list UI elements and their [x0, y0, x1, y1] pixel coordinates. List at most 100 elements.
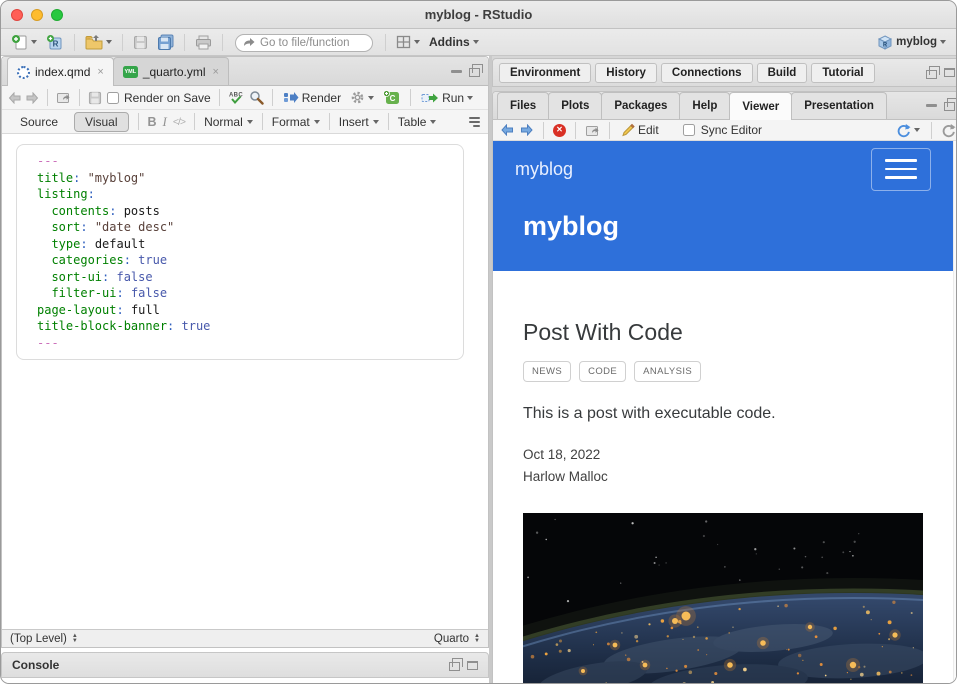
- tab-files[interactable]: Files: [497, 92, 549, 119]
- close-tab-icon[interactable]: ×: [213, 66, 219, 78]
- code-line: sort-ui: false: [37, 269, 455, 286]
- category-pill-code[interactable]: CODE: [579, 361, 626, 382]
- save-button[interactable]: [131, 34, 150, 51]
- viewer-pane-buttons: [926, 99, 957, 119]
- zoom-window-button[interactable]: [51, 9, 63, 21]
- open-file-button[interactable]: [83, 34, 114, 51]
- close-window-button[interactable]: [11, 9, 23, 21]
- visual-mode-button[interactable]: Visual: [74, 112, 128, 132]
- insert-chunk-button[interactable]: C: [381, 89, 402, 106]
- save-all-button[interactable]: [155, 33, 176, 51]
- minimize-window-button[interactable]: [31, 9, 43, 21]
- source-mode-button[interactable]: Source: [10, 113, 68, 131]
- site-brand-link[interactable]: myblog: [515, 159, 573, 180]
- console-pane-header[interactable]: Console: [1, 652, 489, 678]
- insert-menu-caret: [373, 120, 379, 124]
- toolbar-separator: [194, 113, 195, 130]
- viewer-back-icon[interactable]: [500, 124, 514, 136]
- spellcheck-icon[interactable]: ABC: [228, 90, 244, 105]
- run-button[interactable]: Run: [419, 90, 475, 106]
- tab-plots[interactable]: Plots: [548, 92, 602, 119]
- insert-chunk-icon: C: [383, 90, 400, 105]
- category-pill-analysis[interactable]: ANALYSIS: [634, 361, 701, 382]
- save-icon[interactable]: [88, 91, 102, 105]
- viewer-forward-icon[interactable]: [520, 124, 534, 136]
- tab-build[interactable]: Build: [757, 63, 808, 83]
- italic-button[interactable]: I: [163, 114, 167, 130]
- outline-toggle-icon[interactable]: [469, 117, 480, 127]
- minimize-pane-icon[interactable]: [451, 70, 462, 73]
- tab-viewer[interactable]: Viewer: [729, 92, 792, 120]
- maximize-pane-icon[interactable]: [469, 68, 480, 77]
- forward-icon[interactable]: [26, 92, 39, 104]
- toolbar-separator: [388, 113, 389, 130]
- minimize-pane-icon[interactable]: [926, 104, 937, 107]
- render-settings-button[interactable]: [348, 89, 376, 106]
- code-line: title: "myblog": [37, 170, 455, 187]
- refresh-icon[interactable]: [941, 123, 956, 138]
- goto-file-input[interactable]: [235, 34, 373, 52]
- popout-icon[interactable]: [585, 124, 600, 137]
- visual-editor-body[interactable]: ---title: "myblog"listing: contents: pos…: [2, 134, 488, 629]
- tab-environment[interactable]: Environment: [499, 63, 591, 83]
- restore-pane-icon[interactable]: [449, 662, 460, 671]
- save-icon: [133, 35, 148, 50]
- post-thumbnail-image: [523, 513, 923, 684]
- filetype-selector[interactable]: Quarto: [434, 633, 469, 645]
- category-pill-news[interactable]: NEWS: [523, 361, 571, 382]
- new-project-button[interactable]: R: [44, 33, 66, 51]
- back-icon[interactable]: [8, 92, 21, 104]
- paragraph-style-caret: [247, 120, 253, 124]
- scope-selector[interactable]: (Top Level): [10, 633, 67, 645]
- tab-help[interactable]: Help: [679, 92, 730, 119]
- format-menu-label: Format: [272, 115, 310, 129]
- toolbar-separator: [138, 113, 139, 130]
- goto-file-search[interactable]: [235, 33, 373, 52]
- editor-toolbar: Render on Save ABC: [2, 86, 488, 110]
- document-tabbar: index.qmd×YML_quarto.yml×: [2, 57, 488, 86]
- tab-tutorial[interactable]: Tutorial: [811, 63, 874, 83]
- paragraph-style-menu[interactable]: Normal: [204, 115, 253, 129]
- restore-pane-icon[interactable]: [926, 70, 937, 79]
- popout-icon[interactable]: [56, 91, 71, 104]
- project-caret: [940, 40, 946, 44]
- stop-icon[interactable]: ✕: [553, 124, 566, 137]
- maximize-pane-icon[interactable]: [944, 68, 955, 77]
- render-on-save-checkbox[interactable]: [107, 92, 119, 104]
- render-label: Render: [302, 91, 341, 105]
- maximize-pane-icon[interactable]: [467, 661, 478, 670]
- print-button[interactable]: [193, 34, 214, 51]
- viewer-scrollbar[interactable]: [953, 141, 957, 684]
- pencil-icon: [621, 123, 635, 137]
- tab-history[interactable]: History: [595, 63, 657, 83]
- code-line: categories: true: [37, 252, 455, 269]
- document-tab-index-qmd[interactable]: index.qmd×: [7, 57, 114, 86]
- close-tab-icon[interactable]: ×: [97, 66, 103, 78]
- rstudio-window: myblog - RStudio R: [0, 0, 957, 684]
- hamburger-menu-button[interactable]: [871, 148, 931, 191]
- pane-layout-button[interactable]: [394, 34, 422, 50]
- maximize-pane-icon[interactable]: [944, 102, 955, 111]
- format-menu[interactable]: Format: [272, 115, 320, 129]
- table-menu[interactable]: Table: [398, 115, 437, 129]
- code-line: ---: [37, 153, 455, 170]
- new-file-button[interactable]: [9, 33, 39, 51]
- addins-button[interactable]: Addins: [427, 34, 481, 50]
- tab-connections[interactable]: Connections: [661, 63, 753, 83]
- publish-caret: [914, 128, 920, 132]
- edit-button[interactable]: Edit: [619, 122, 661, 138]
- tab-packages[interactable]: Packages: [601, 92, 680, 119]
- bold-button[interactable]: B: [148, 115, 157, 129]
- project-menu-button[interactable]: R myblog: [875, 34, 948, 51]
- document-tab--quarto-yml[interactable]: YML_quarto.yml×: [113, 57, 229, 85]
- code-button[interactable]: </>: [173, 116, 185, 128]
- sync-editor-checkbox[interactable]: [683, 124, 695, 136]
- site-navbar: myblog: [493, 141, 953, 197]
- publish-button[interactable]: [894, 122, 922, 139]
- code-line: ---: [37, 335, 455, 352]
- tab-presentation[interactable]: Presentation: [791, 92, 887, 119]
- insert-menu[interactable]: Insert: [339, 115, 379, 129]
- render-button[interactable]: Render: [281, 90, 343, 106]
- yaml-frontmatter-block[interactable]: ---title: "myblog"listing: contents: pos…: [16, 144, 464, 360]
- search-icon[interactable]: [249, 90, 264, 105]
